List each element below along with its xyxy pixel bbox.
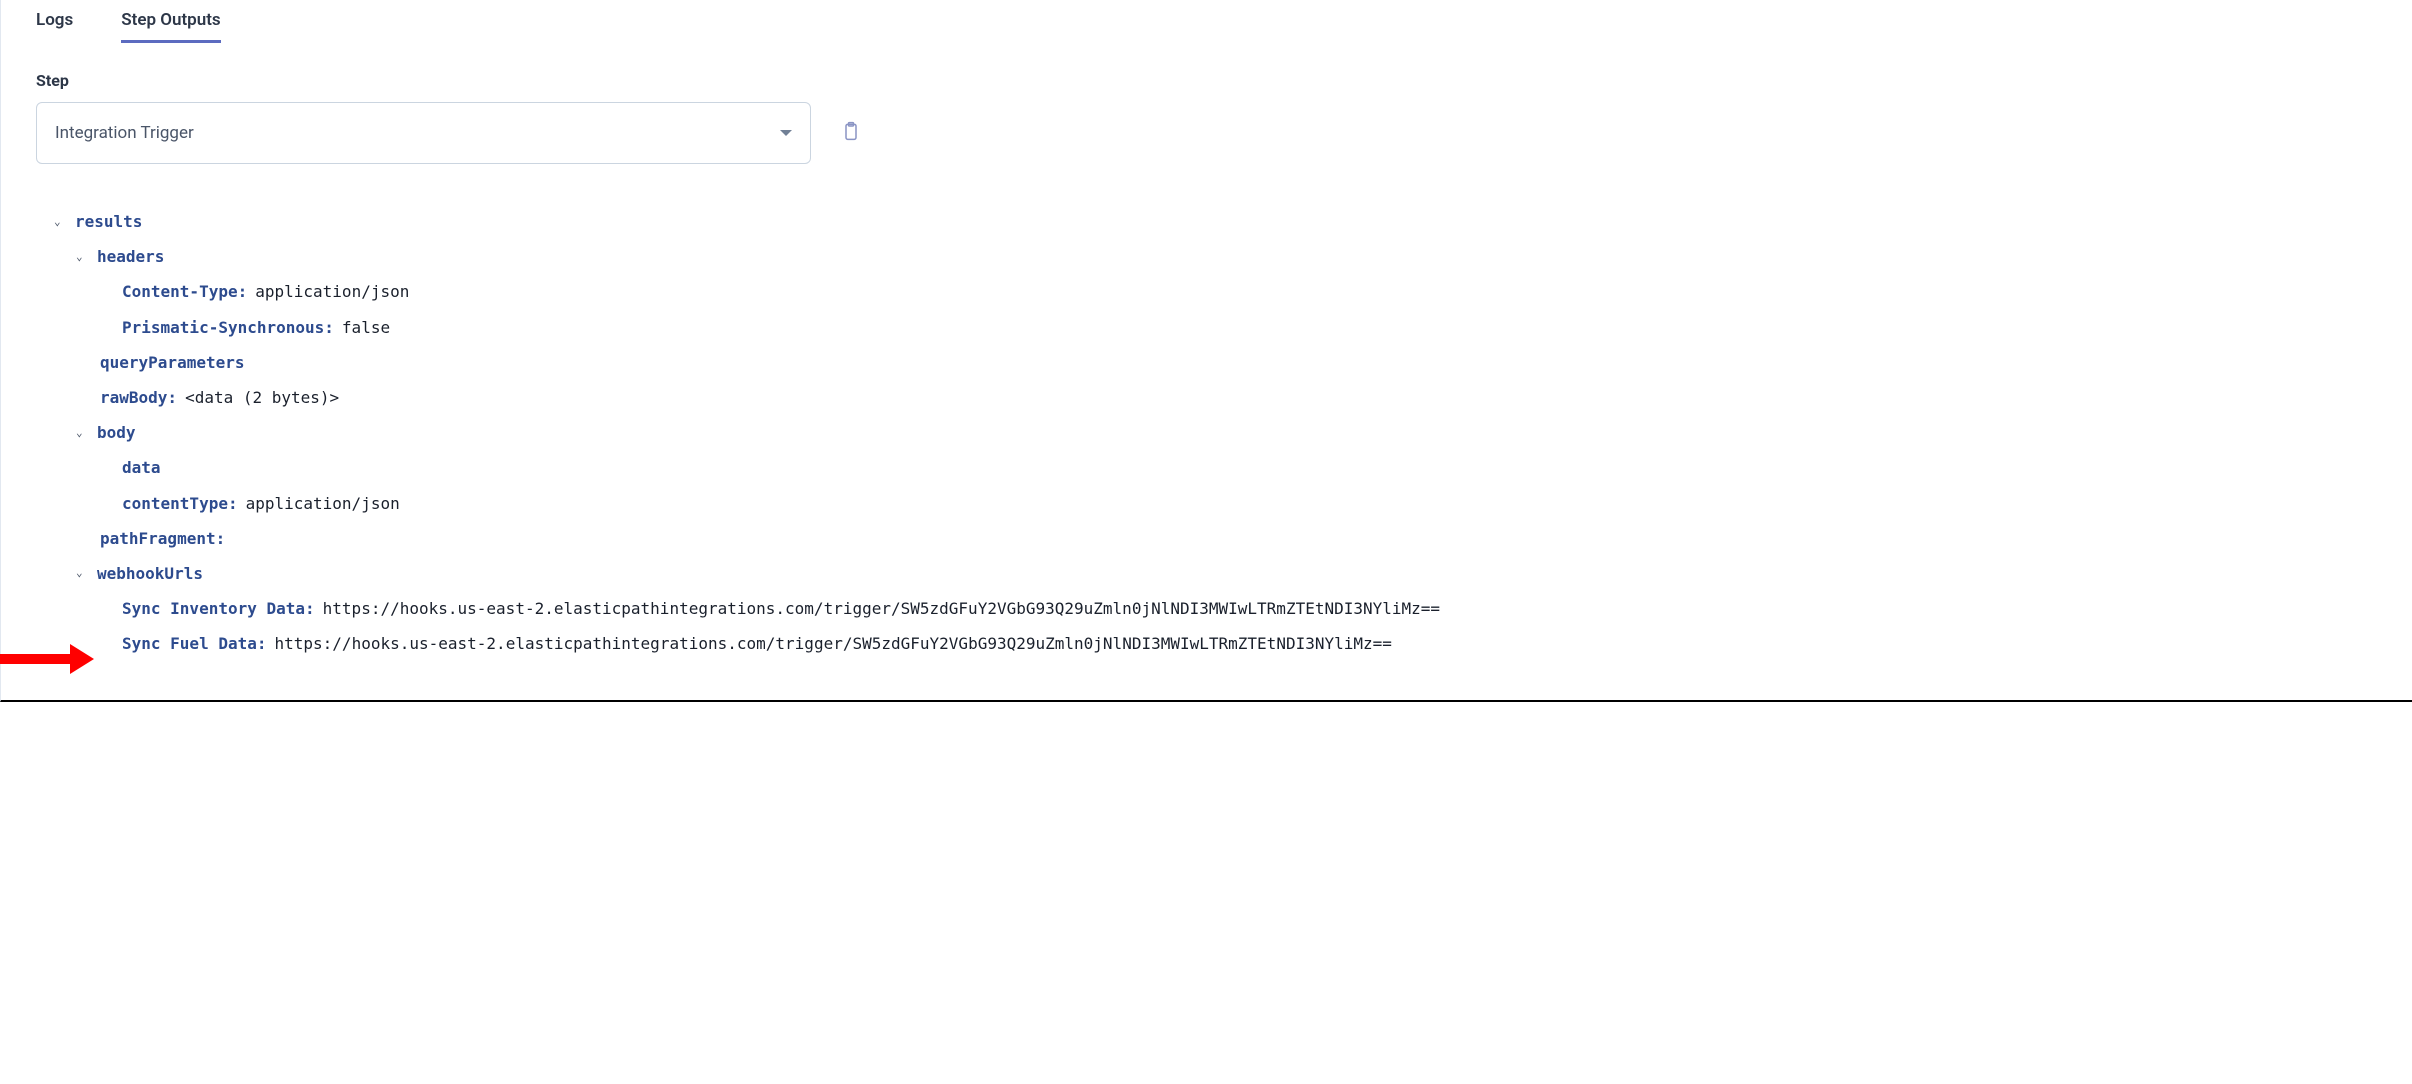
tree-node-headers[interactable]: ⌄ headers — [36, 239, 2377, 274]
tree-node-body-content-type: contentType: application/json — [36, 486, 2377, 521]
caret-icon[interactable]: ⌄ — [54, 210, 68, 234]
step-select-row: Integration Trigger — [36, 102, 2377, 164]
tree-key: data — [122, 450, 161, 485]
chevron-down-icon — [780, 130, 792, 136]
tree-key: Sync Fuel Data: — [122, 626, 267, 661]
tree-key: Prismatic-Synchronous: — [122, 310, 334, 345]
tree-node-raw-body: rawBody: <data (2 bytes)> — [36, 380, 2377, 415]
tree-node-content-type: Content-Type: application/json — [36, 274, 2377, 309]
tree-key: queryParameters — [100, 345, 245, 380]
tree-key: rawBody: — [100, 380, 177, 415]
results-tree: ⌄ results ⌄ headers Content-Type: applic… — [36, 204, 2377, 661]
tree-node-sync-inventory: Sync Inventory Data: https://hooks.us-ea… — [36, 591, 2377, 626]
tabs-container: Logs Step Outputs — [36, 10, 2377, 43]
tree-key: headers — [97, 239, 164, 274]
caret-icon[interactable]: ⌄ — [76, 421, 90, 445]
caret-icon[interactable]: ⌄ — [76, 245, 90, 269]
tree-node-prismatic-sync: Prismatic-Synchronous: false — [36, 310, 2377, 345]
tree-value: <data (2 bytes)> — [185, 380, 339, 415]
tree-value: application/json — [246, 486, 400, 521]
tree-node-query-parameters[interactable]: queryParameters — [36, 345, 2377, 380]
tree-key: results — [75, 204, 142, 239]
step-section: Step Integration Trigger — [36, 71, 2377, 164]
tree-value: application/json — [255, 274, 409, 309]
tree-key: Content-Type: — [122, 274, 247, 309]
tree-key: contentType: — [122, 486, 238, 521]
caret-icon[interactable]: ⌄ — [76, 561, 90, 585]
tree-value: false — [342, 310, 390, 345]
tree-node-path-fragment: pathFragment: — [36, 521, 2377, 556]
step-select[interactable]: Integration Trigger — [36, 102, 811, 164]
tab-logs[interactable]: Logs — [36, 10, 73, 43]
tab-step-outputs[interactable]: Step Outputs — [121, 10, 220, 43]
clipboard-icon[interactable] — [841, 121, 861, 145]
tree-node-sync-fuel: Sync Fuel Data: https://hooks.us-east-2.… — [36, 626, 2377, 661]
tree-value: https://hooks.us-east-2.elasticpathinteg… — [323, 591, 1440, 626]
tree-key: pathFragment: — [100, 521, 225, 556]
tree-node-webhook-urls[interactable]: ⌄ webhookUrls — [36, 556, 2377, 591]
tree-node-body[interactable]: ⌄ body — [36, 415, 2377, 450]
tree-key: body — [97, 415, 136, 450]
step-label: Step — [36, 71, 2377, 90]
tree-value: https://hooks.us-east-2.elasticpathinteg… — [275, 626, 1392, 661]
tree-key: Sync Inventory Data: — [122, 591, 315, 626]
tree-node-data[interactable]: data — [36, 450, 2377, 485]
tree-key: webhookUrls — [97, 556, 203, 591]
step-select-value: Integration Trigger — [55, 123, 194, 143]
tree-node-results[interactable]: ⌄ results — [36, 204, 2377, 239]
